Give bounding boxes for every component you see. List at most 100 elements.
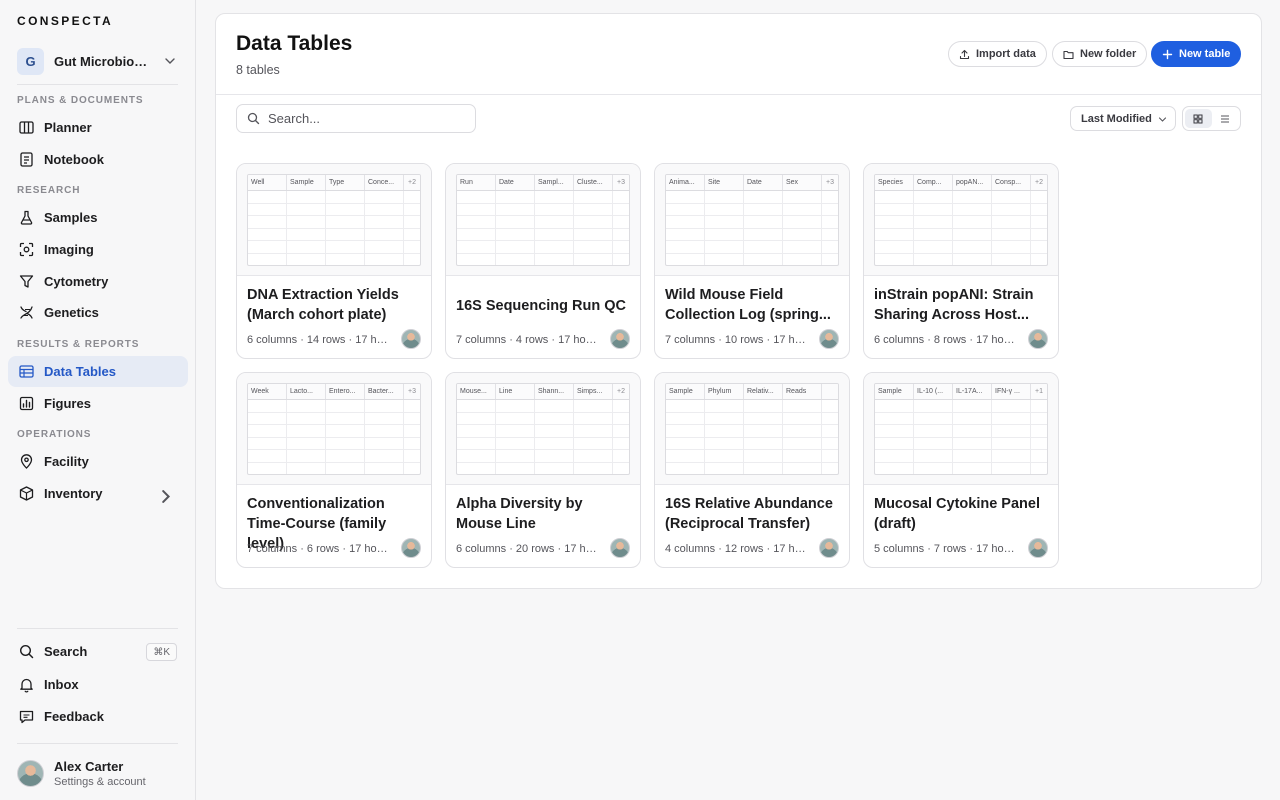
list-icon [1220, 114, 1229, 123]
preview-column-header: Date [496, 175, 535, 190]
sidebar-item-feedback[interactable]: Feedback [8, 701, 188, 732]
card-title: Wild Mouse Field Collection Log (spring.… [665, 287, 831, 323]
more-columns-badge: +2 [617, 388, 625, 395]
sort-label: Last Modified [1081, 112, 1152, 125]
sidebar-item-label: Cytometry [44, 274, 109, 289]
preview-grid: Week Lacto... Entero... Bacter... +3 [247, 383, 421, 475]
preview-column-header: IL-17A... [953, 384, 992, 399]
table-preview: Anima... Site Date Sex +3 [655, 164, 849, 276]
preview-column-header: Bacter... [365, 384, 404, 399]
card-meta: 6 columns · 14 rows · 17 hours ago [247, 334, 393, 346]
dna-icon [20, 306, 33, 319]
header-divider [216, 94, 1261, 95]
more-columns-badge: +3 [408, 388, 416, 395]
section-label-results: RESULTS & REPORTS [17, 339, 140, 350]
workspace-name: Gut Microbiome... [54, 53, 152, 69]
bell-icon [20, 678, 33, 693]
figure-icon [19, 396, 34, 411]
preview-column-header: Phylum [705, 384, 744, 399]
sidebar-item-figures[interactable]: Figures [8, 388, 188, 419]
new-table-button[interactable]: New table [1151, 41, 1242, 67]
sidebar-item-imaging[interactable]: Imaging [8, 234, 188, 265]
card-title: Alpha Diversity by Mouse Line [456, 496, 583, 532]
sidebar-item-search[interactable]: Search ⌘K [8, 636, 188, 667]
upload-icon [959, 49, 970, 59]
table-preview: Sample Phylum Relativ... Reads [655, 373, 849, 485]
sidebar-item-label: Inventory [44, 486, 103, 501]
section-label-operations: OPERATIONS [17, 429, 92, 440]
avatar [1028, 329, 1048, 349]
more-columns-badge: +1 [1035, 388, 1043, 395]
sidebar-item-samples[interactable]: Samples [8, 202, 188, 233]
avatar [819, 538, 839, 558]
divider [17, 628, 178, 629]
notebook-icon [20, 152, 33, 167]
preview-grid: Anima... Site Date Sex +3 [665, 174, 839, 266]
grid-view-button[interactable] [1185, 109, 1212, 128]
section-label-research: RESEARCH [17, 185, 81, 196]
preview-column-header: Consp... [992, 175, 1031, 190]
sidebar-item-data-tables[interactable]: Data Tables [8, 356, 188, 387]
search-icon [247, 112, 260, 125]
card-title: 16S Sequencing Run QC [456, 298, 626, 314]
table-card[interactable]: Run Date Sampl... Cluste... +3 16S Sequencin… [445, 163, 641, 359]
more-columns-badge: +2 [408, 179, 416, 186]
workspace-switcher[interactable]: G Gut Microbiome... [17, 47, 179, 75]
table-card[interactable]: Sample IL-10 (... IL-17A... IFN-γ ... +1 Muc… [863, 372, 1059, 568]
table-preview: Week Lacto... Entero... Bacter... +3 [237, 373, 431, 485]
sidebar-item-notebook[interactable]: Notebook [8, 144, 188, 175]
preview-grid: Mouse... Line Shann... Simps... +2 [456, 383, 630, 475]
table-card[interactable]: Species Comp... popAN... Consp... +2 inStrai… [863, 163, 1059, 359]
preview-column-header: IFN-γ ... [992, 384, 1031, 399]
sidebar-item-genetics[interactable]: Genetics [8, 297, 188, 328]
search-box[interactable] [236, 104, 476, 133]
sidebar-item-label: Data Tables [44, 364, 117, 379]
list-view-button[interactable] [1212, 109, 1239, 128]
search-input[interactable] [268, 111, 468, 126]
plus-icon [1162, 49, 1173, 59]
table-card[interactable]: Sample Phylum Relativ... Reads 16S Relative… [654, 372, 850, 568]
preview-column-header: Date [744, 175, 783, 190]
user-account[interactable]: Alex Carter Settings & account [17, 758, 187, 788]
card-meta: 7 columns · 10 rows · 17 hours ago [665, 334, 811, 346]
table-card[interactable]: Mouse... Line Shann... Simps... +2 Alpha Div… [445, 372, 641, 568]
preview-column-header: Sex [783, 175, 822, 190]
page-title: Data Tables [236, 32, 353, 55]
avatar [610, 538, 630, 558]
avatar [401, 538, 421, 558]
preview-column-header: Run [457, 175, 496, 190]
sidebar-item-facility[interactable]: Facility [8, 446, 188, 477]
preview-column-header: Entero... [326, 384, 365, 399]
sidebar-item-planner[interactable]: Planner [8, 112, 188, 143]
sidebar-item-inbox[interactable]: Inbox [8, 669, 188, 700]
sidebar-item-inventory[interactable]: Inventory [8, 478, 188, 509]
more-columns-badge: +2 [1035, 179, 1043, 186]
card-meta: 7 columns · 4 rows · 17 hours ago [456, 334, 602, 346]
avatar [819, 329, 839, 349]
preview-column-header: Sample [666, 384, 705, 399]
new-table-label: New table [1179, 48, 1231, 60]
preview-column-header: popAN... [953, 175, 992, 190]
sidebar-item-cytometry[interactable]: Cytometry [8, 266, 188, 297]
shortcut-badge: ⌘K [146, 643, 177, 661]
user-name: Alex Carter [54, 758, 124, 774]
preview-column-header: Comp... [914, 175, 953, 190]
table-card[interactable]: Anima... Site Date Sex +3 Wild Mouse Field C… [654, 163, 850, 359]
table-count: 8 tables [236, 63, 280, 77]
table-card[interactable]: Well Sample Type Conce... +2 DNA Extraction … [236, 163, 432, 359]
preview-column-header: Relativ... [744, 384, 783, 399]
sidebar-item-label: Figures [44, 396, 91, 411]
new-folder-button[interactable]: New folder [1052, 41, 1148, 67]
preview-column-header: Type [326, 175, 365, 190]
preview-column-header: Sample [875, 384, 914, 399]
grid-icon [1193, 114, 1203, 123]
table-card[interactable]: Week Lacto... Entero... Bacter... +3 Convent… [236, 372, 432, 568]
folder-icon [1063, 50, 1074, 59]
sidebar-item-label: Imaging [44, 242, 94, 257]
import-data-button[interactable]: Import data [948, 41, 1047, 67]
sort-dropdown[interactable]: Last Modified [1070, 106, 1176, 131]
table-preview: Species Comp... popAN... Consp... +2 [864, 164, 1058, 276]
preview-column-header: IL-10 (... [914, 384, 953, 399]
card-title: Mucosal Cytokine Panel (draft) [874, 496, 1040, 532]
preview-column-header: Week [248, 384, 287, 399]
